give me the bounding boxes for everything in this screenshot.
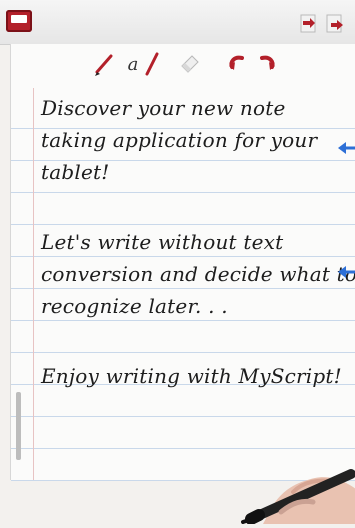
ruled-line [11,256,355,257]
pen-tool-icon[interactable] [91,50,121,78]
note-line: Discover your new note [41,96,286,120]
note-page[interactable]: a Discover your new note taking applicat… [10,44,355,525]
ruled-line [11,192,355,193]
notebook-icon[interactable] [6,10,32,32]
note-line: Let's write without text [41,230,284,254]
note-line: Enjoy writing with MyScript! [41,364,342,388]
note-line: taking application for your [41,128,318,152]
note-line: recognize later. . . [41,294,228,318]
export-icon[interactable] [298,12,318,34]
scroll-indicator[interactable] [16,392,21,460]
pen-toolbar: a [11,44,355,84]
pointer-arrow-icon [338,140,355,154]
text-format-label[interactable]: a [123,50,143,78]
share-icon[interactable] [325,12,345,34]
ruled-line [11,224,355,225]
text-format-text: a [127,53,139,75]
note-line: tablet! [41,160,110,184]
pointer-arrow-icon [338,264,355,278]
redo-icon[interactable] [254,50,280,78]
ruled-line [11,288,355,289]
app-header [0,0,355,45]
left-margin-line [33,88,34,480]
note-line: conversion and decide what to [41,262,355,286]
text-format-icon[interactable] [143,50,161,78]
ruled-line [11,320,355,321]
eraser-tool-icon[interactable] [176,50,204,78]
undo-icon[interactable] [224,50,250,78]
ruled-line [11,352,355,353]
hand-with-stylus-image [241,404,355,525]
